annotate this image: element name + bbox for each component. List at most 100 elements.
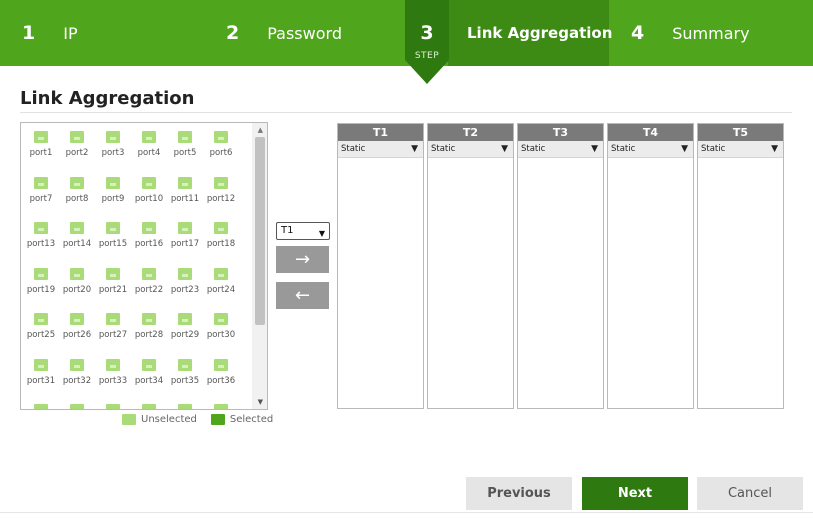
selected-port-icon [210, 414, 225, 425]
port-item[interactable]: port19 [23, 264, 59, 304]
port-item[interactable] [23, 400, 59, 409]
remove-from-trunk-button[interactable]: ← [276, 282, 329, 309]
port-item[interactable]: port18 [203, 218, 239, 258]
port-list-scrollbar[interactable]: ▲ ▼ [252, 123, 267, 409]
port-item[interactable]: port1 [23, 127, 59, 167]
step-current-arrow [405, 60, 449, 84]
port-item[interactable]: port25 [23, 309, 59, 349]
ethernet-port-icon [142, 404, 156, 409]
port-item[interactable]: port6 [203, 127, 239, 167]
ethernet-port-icon [34, 131, 48, 143]
port-label: port13 [26, 239, 56, 249]
step-number: 4 [631, 22, 645, 44]
scroll-down-icon[interactable]: ▼ [258, 398, 263, 406]
port-item[interactable]: port11 [167, 173, 203, 213]
port-item[interactable]: port2 [59, 127, 95, 167]
trunk-column-t5[interactable]: T5 Static ▼ [697, 123, 784, 409]
trunk-mode-select[interactable]: Static ▼ [338, 141, 423, 158]
step-link-aggregation[interactable]: Link Aggregation [467, 0, 612, 66]
port-item[interactable]: port23 [167, 264, 203, 304]
port-item[interactable]: port8 [59, 173, 95, 213]
chevron-down-icon: ▼ [771, 144, 778, 154]
chevron-down-icon: ▼ [318, 229, 325, 238]
port-item[interactable]: port7 [23, 173, 59, 213]
port-item[interactable] [203, 400, 239, 409]
ethernet-port-icon [34, 176, 48, 189]
port-item[interactable] [167, 400, 203, 409]
port-label: port16 [134, 239, 164, 249]
port-item[interactable]: port20 [59, 264, 95, 304]
ethernet-port-icon [34, 358, 48, 371]
port-item[interactable]: port35 [167, 355, 203, 395]
trunk-mode-select[interactable]: Static ▼ [608, 141, 693, 158]
port-item[interactable]: port13 [23, 218, 59, 258]
port-item[interactable]: port21 [95, 264, 131, 304]
port-item[interactable]: port24 [203, 264, 239, 304]
step-summary[interactable]: 4 Summary [631, 0, 750, 66]
trunk-column-t3[interactable]: T3 Static ▼ [517, 123, 604, 409]
trunk-mode-value: Static [431, 144, 456, 154]
port-label: port17 [170, 239, 200, 249]
trunk-column-t4[interactable]: T4 Static ▼ [607, 123, 694, 409]
next-button[interactable]: Next [582, 477, 688, 510]
port-item[interactable]: port28 [131, 309, 167, 349]
page-title: Link Aggregation [20, 88, 195, 109]
port-item[interactable]: port36 [203, 355, 239, 395]
port-item[interactable]: port30 [203, 309, 239, 349]
port-label: port4 [137, 148, 161, 158]
step-label: Password [267, 23, 342, 43]
step-ip[interactable]: 1 IP [22, 0, 78, 66]
port-item[interactable]: port12 [203, 173, 239, 213]
port-item[interactable]: port9 [95, 173, 131, 213]
ethernet-port-icon [178, 404, 192, 409]
port-label: port11 [170, 193, 200, 204]
chevron-down-icon: ▼ [681, 144, 688, 154]
port-item[interactable]: port15 [95, 218, 131, 258]
trunk-column-t2[interactable]: T2 Static ▼ [427, 123, 514, 409]
ethernet-port-icon [106, 267, 120, 280]
port-item[interactable]: port5 [167, 127, 203, 167]
scrollbar-thumb[interactable] [255, 137, 265, 325]
port-item[interactable]: port3 [95, 127, 131, 167]
port-label: port29 [170, 330, 200, 340]
port-list-panel[interactable]: port1 port2 port3 port4 port5 port6 port7 port8… [20, 122, 268, 410]
port-item[interactable] [95, 400, 131, 409]
trunk-mode-value: Static [341, 144, 366, 154]
port-item[interactable]: port34 [131, 355, 167, 395]
trunk-mode-select[interactable]: Static ▼ [698, 141, 783, 158]
port-item[interactable]: port32 [59, 355, 95, 395]
port-item[interactable]: port33 [95, 355, 131, 395]
add-to-trunk-button[interactable]: → [276, 246, 329, 273]
trunk-header: T3 [518, 124, 603, 141]
trunk-mode-select[interactable]: Static ▼ [428, 141, 513, 158]
port-label: port14 [62, 239, 92, 249]
port-item[interactable] [131, 400, 167, 409]
port-item[interactable]: port22 [131, 264, 167, 304]
scroll-up-icon[interactable]: ▲ [258, 126, 263, 134]
trunk-mode-select[interactable]: Static ▼ [518, 141, 603, 158]
port-item[interactable]: port29 [167, 309, 203, 349]
port-item[interactable]: port26 [59, 309, 95, 349]
ethernet-port-icon [178, 358, 192, 371]
cancel-button[interactable]: Cancel [697, 477, 803, 510]
port-item[interactable]: port31 [23, 355, 59, 395]
ethernet-port-icon [34, 313, 48, 325]
port-item[interactable]: port14 [59, 218, 95, 258]
step-number-current: 3 [420, 22, 434, 44]
ethernet-port-icon [142, 222, 156, 234]
port-item[interactable]: port27 [95, 309, 131, 349]
ethernet-port-icon [106, 222, 120, 234]
trunk-column-t1[interactable]: T1 Static ▼ [337, 123, 424, 409]
ethernet-port-icon [214, 404, 228, 409]
unselected-port-icon [122, 414, 136, 425]
port-item[interactable] [59, 400, 95, 409]
port-label: port27 [98, 330, 128, 340]
ethernet-port-icon [106, 176, 120, 189]
step-password[interactable]: 2 Password [226, 0, 342, 66]
port-item[interactable]: port17 [167, 218, 203, 258]
trunk-select[interactable]: T1 ▼ [276, 222, 330, 240]
port-item[interactable]: port4 [131, 127, 167, 167]
port-item[interactable]: port10 [131, 173, 167, 213]
port-item[interactable]: port16 [131, 218, 167, 258]
previous-button[interactable]: Previous [466, 477, 572, 510]
